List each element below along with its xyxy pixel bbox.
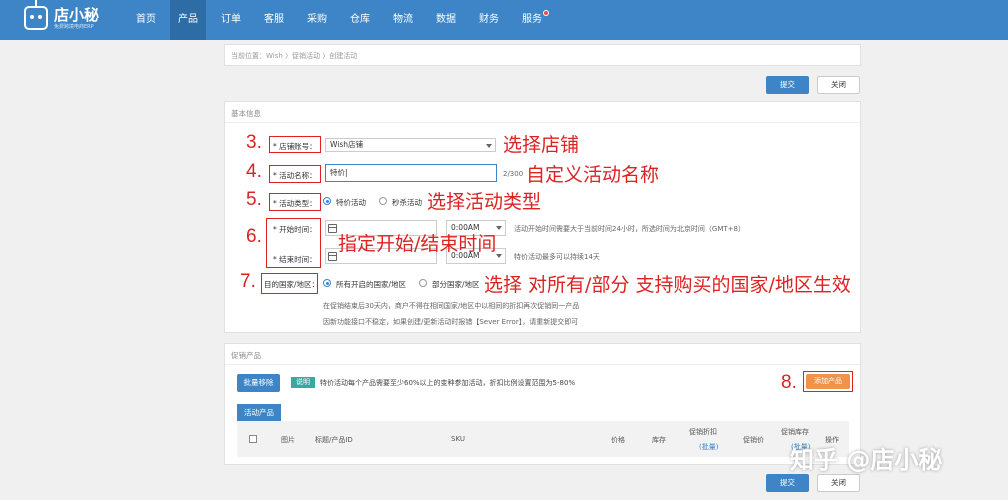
add-product-button[interactable]: 添加产品 [806,374,850,389]
annotation-text-7: 选择 对所有/部分 支持购买的国家/地区生效 [484,274,851,296]
nav-service[interactable]: 服务 [514,0,550,40]
region-option-all[interactable]: 所有开启的国家/地区 [336,279,406,290]
type-label: * 活动类型： [273,199,317,208]
breadcrumb-bar: 当前位置：Wish 〉促销活动 〉创建活动 [224,44,861,66]
region-radio-partial[interactable] [419,279,427,287]
col-discount: 促销折扣 [689,428,717,436]
chevron-down-icon [486,144,492,148]
nav-warehouse[interactable]: 仓库 [342,0,378,40]
name-counter: 2/300 [503,170,524,178]
close-button-bottom[interactable]: 关闭 [817,474,860,492]
start-hint: 活动开始时间需要大于当前时间24小时，所选时间为北京时间（GMT+8） [514,225,745,233]
robot-logo-icon [24,0,48,30]
annotation-number-7: 7. [240,271,256,292]
nav-product[interactable]: 产品 [170,0,206,40]
nav-home[interactable]: 首页 [128,0,164,40]
annotation-number-3: 3. [246,132,262,153]
type-option-flash[interactable]: 秒杀活动 [392,197,422,208]
nav-customer-service[interactable]: 客服 [256,0,292,40]
store-label: * 店铺账号： [273,142,317,151]
basic-info-title: 基本信息 [231,109,261,118]
tab-active-products[interactable]: 活动产品 [237,404,281,421]
region-label: 目的国家/地区： [264,280,320,289]
promo-title: 促销产品 [231,351,261,360]
start-label: * 开始时间： [273,225,317,234]
region-radio-all[interactable] [323,279,331,287]
region-note-2: 因新功能接口不稳定，如果创建/更新活动时报错【Sever Error】，请重新提… [323,318,579,326]
type-radio-flash[interactable] [379,197,387,205]
calendar-icon [328,252,337,261]
nav-purchase[interactable]: 采购 [299,0,335,40]
region-note-1: 在促销结束后30天内，商户不得在相同国家/地区中以相同的折扣再次促销同一产品 [323,302,580,310]
activity-name-input[interactable]: 特价| [325,164,497,182]
divider [225,122,860,123]
calendar-icon [328,224,337,233]
col-title: 标题/产品ID [315,436,353,444]
annotation-text-3: 选择店铺 [503,134,580,156]
select-all-checkbox[interactable] [249,435,257,443]
name-label: * 活动名称： [273,171,317,180]
brand-logo[interactable]: 店小秘 免费跨境电商ERP [24,0,124,34]
watermark: 知乎 @店小秘 [790,446,943,474]
end-hint: 特价活动最多可以持续14天 [514,253,600,261]
annotation-number-6: 6. [246,226,262,247]
annotation-text-4: 自定义活动名称 [526,164,660,186]
annotation-number-8: 8. [781,372,797,393]
col-image: 图片 [281,436,295,444]
col-price: 价格 [611,436,625,444]
notification-dot-icon [543,10,549,16]
annotation-text-6: 指定开始/结束时间 [338,233,497,255]
submit-button-bottom[interactable]: 提交 [766,474,809,492]
nav-finance[interactable]: 财务 [471,0,507,40]
brand-name: 店小秘 [54,6,100,24]
annotation-number-5: 5. [246,189,262,210]
breadcrumb: 当前位置：Wish 〉促销活动 〉创建活动 [231,52,358,60]
region-option-partial[interactable]: 部分国家/地区 [432,279,480,290]
col-promo-price: 促销价 [743,436,764,444]
brand-subtitle: 免费跨境电商ERP [54,24,94,30]
product-table-header: 图片 标题/产品ID SKU 价格 库存 促销折扣 (批量) 促销价 促销库存 … [237,421,849,457]
batch-remove-button[interactable]: 批量移除 [237,374,280,392]
store-select[interactable]: Wish店铺 [325,138,496,152]
discount-batch-link[interactable]: (批量) [699,442,718,452]
col-sku: SKU [451,435,465,443]
nav-logistics[interactable]: 物流 [385,0,421,40]
col-stock: 库存 [652,436,666,444]
type-radio-special[interactable] [323,197,331,205]
promo-note: 特价活动每个产品需要至少60%以上的变种参加活动，折扣比例设置范围为5-80% [320,379,576,387]
top-navbar: 店小秘 免费跨境电商ERP 首页 产品 订单 客服 采购 仓库 物流 数据 财务… [0,0,1008,40]
divider [225,364,860,365]
chevron-down-icon [496,226,502,230]
promo-products-card: 促销产品 批量移除 说明 特价活动每个产品需要至少60%以上的变种参加活动，折扣… [224,343,861,465]
submit-button-top[interactable]: 提交 [766,76,809,94]
annotation-text-5: 选择活动类型 [427,191,542,213]
annotation-number-4: 4. [246,161,262,182]
store-select-value: Wish店铺 [330,140,363,149]
nav-data[interactable]: 数据 [428,0,464,40]
chevron-down-icon [496,254,502,258]
close-button-top[interactable]: 关闭 [817,76,860,94]
end-label: * 结束时间： [273,255,317,264]
col-promo-stock: 促销库存 [781,428,809,436]
note-badge: 说明 [291,377,315,388]
type-option-special[interactable]: 特价活动 [336,197,366,208]
nav-orders[interactable]: 订单 [213,0,249,40]
